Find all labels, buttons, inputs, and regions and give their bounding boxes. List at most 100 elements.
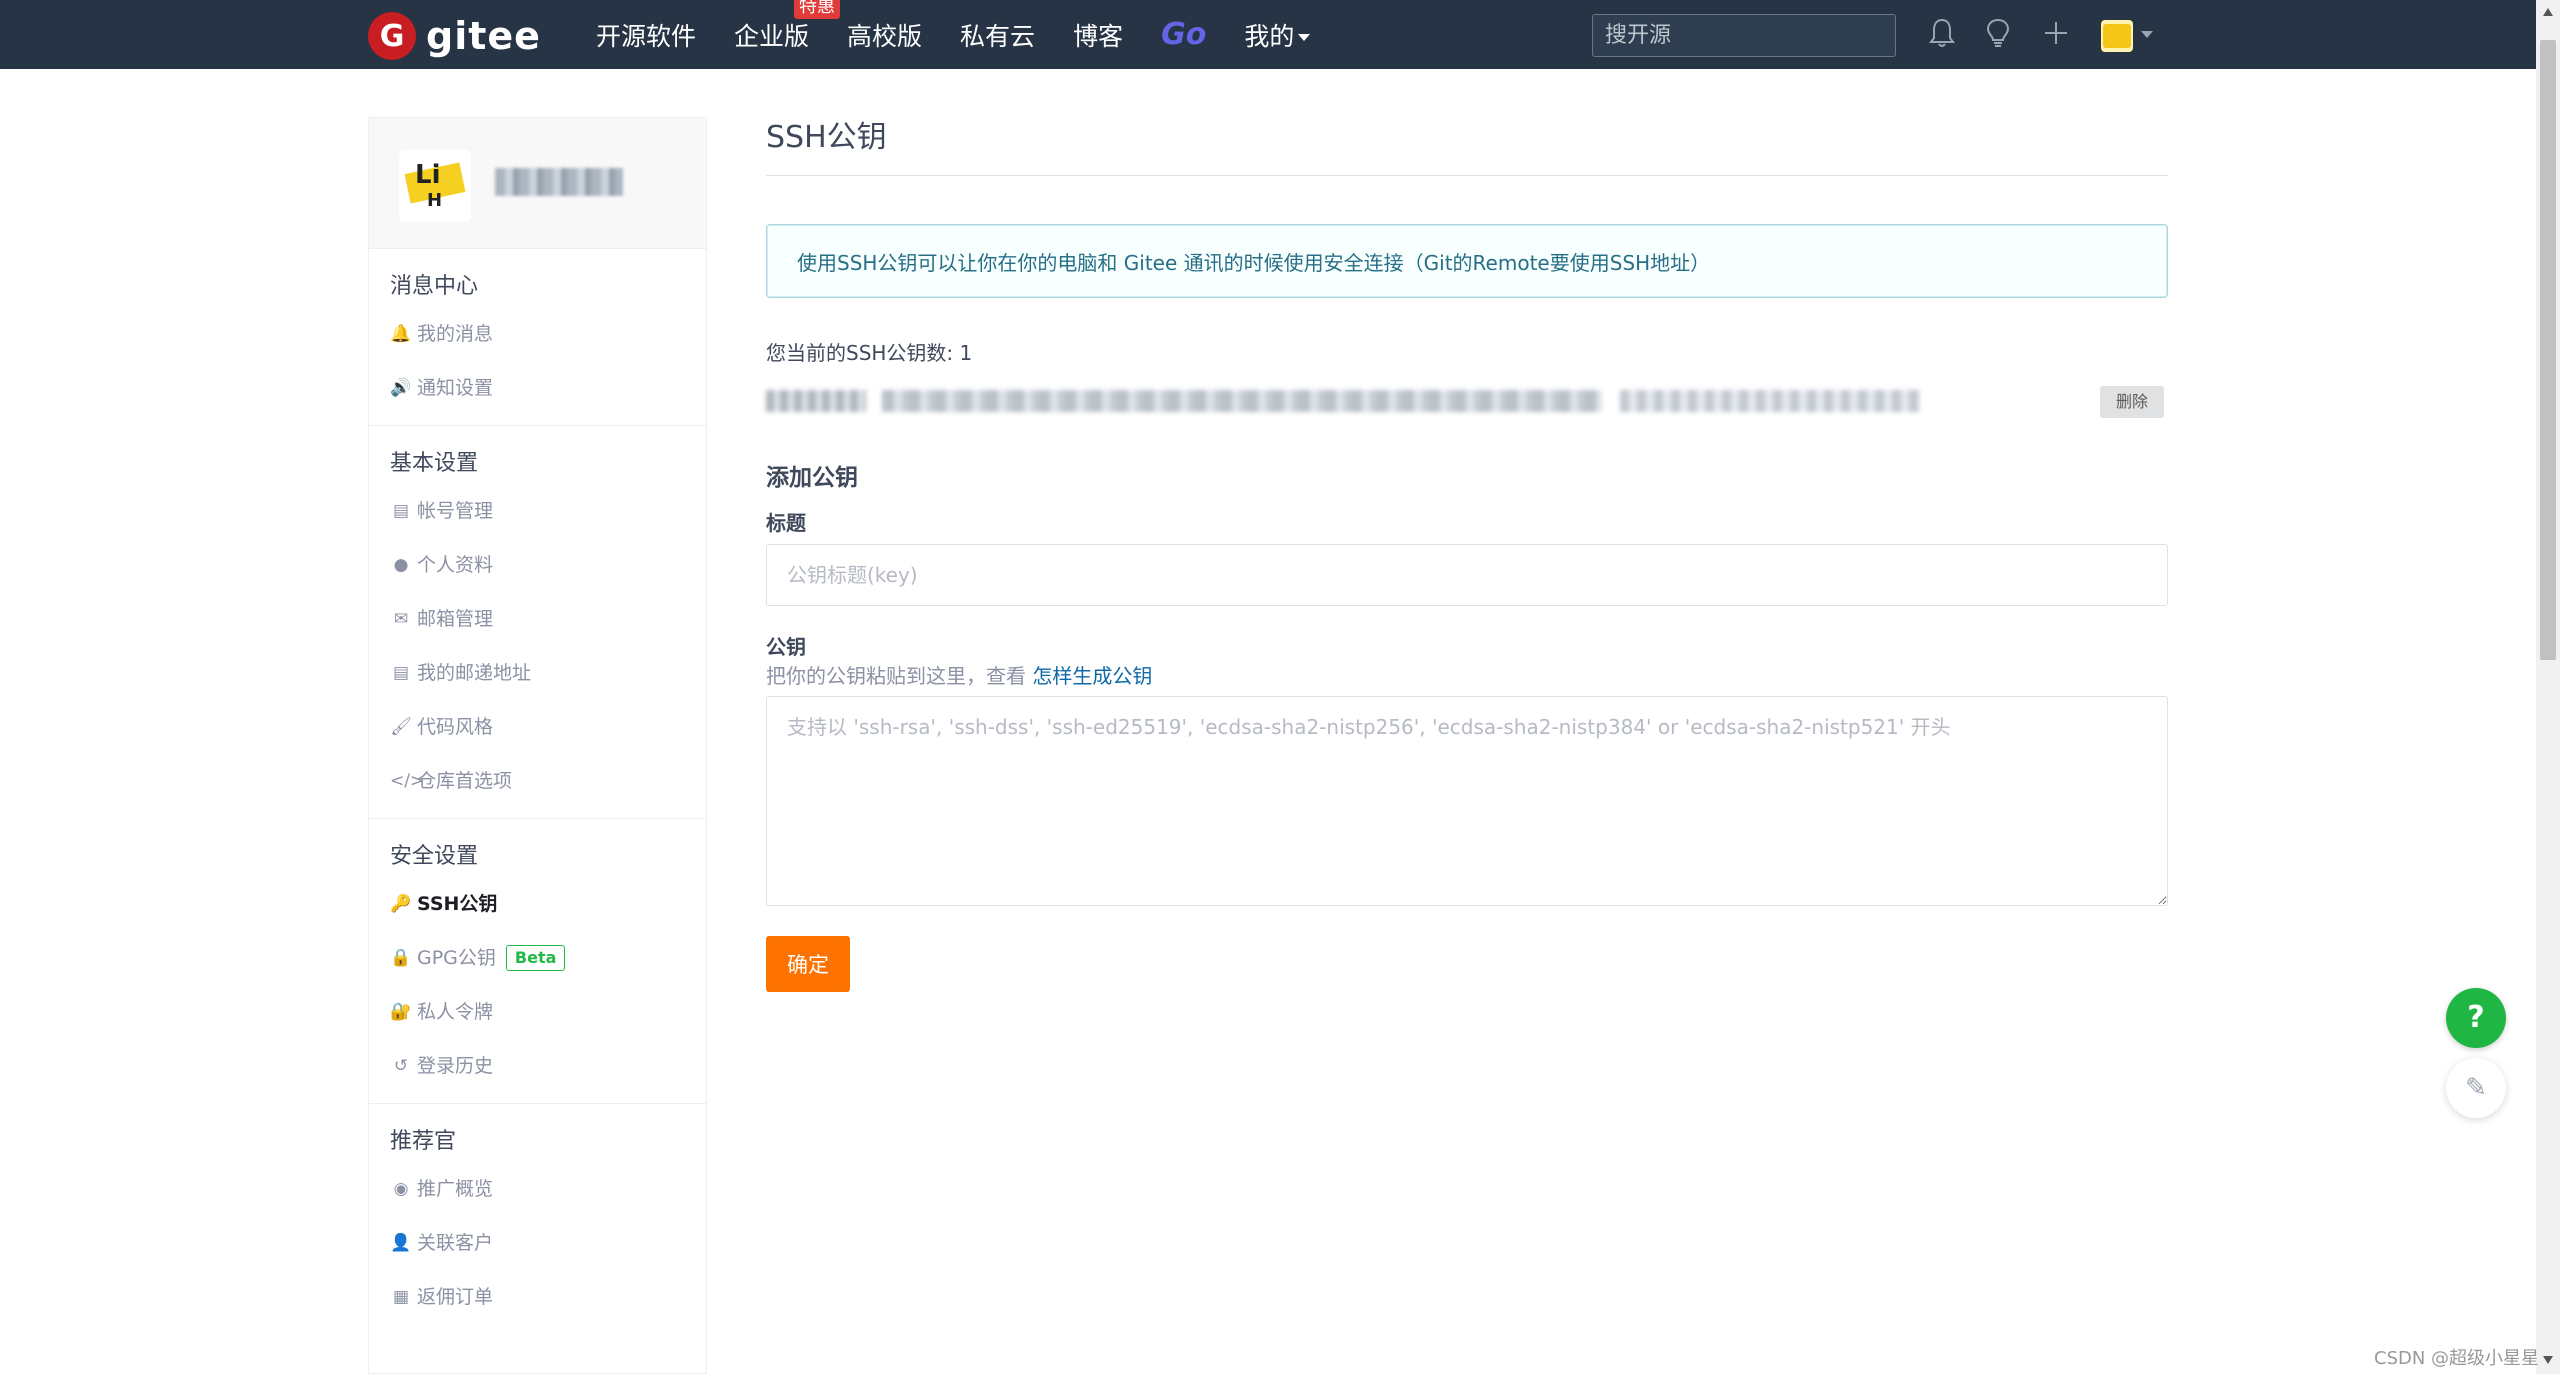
- sidebar-item[interactable]: 🔊 通知设置: [369, 361, 706, 415]
- sidebar-item-label: 登录历史: [417, 1055, 494, 1077]
- ssh-key-fingerprint-blurred: [882, 390, 1602, 412]
- sidebar-item[interactable]: 🖌 代码风格: [369, 700, 706, 754]
- lock-icon: 🔒: [390, 948, 412, 968]
- sidebar-group: 基本设置 ▤ 帐号管理 ● 个人资料 ✉ 邮箱管理 ▤ 我的邮递地址 🖌 代码风格 </> 仓库首选项: [369, 426, 706, 819]
- sidebar-item[interactable]: 🔐 私人令牌: [369, 985, 706, 1039]
- sidebar-item[interactable]: ↺ 登录历史: [369, 1039, 706, 1093]
- main-nav: 开源软件 企业版 特惠 高校版 私有云 博客 Go 我的: [596, 0, 1348, 69]
- scroll-thumb[interactable]: [2540, 40, 2556, 660]
- main-content: SSH公钥 使用SSH公钥可以让你在你的电脑和 Gitee 通讯的时候使用安全连…: [766, 117, 2168, 992]
- top-navbar: G gitee 开源软件 企业版 特惠 高校版 私有云 博客 Go 我的: [0, 0, 2536, 69]
- ssh-key-meta-blurred: [1620, 390, 1920, 412]
- key-field-label: 公钥: [766, 635, 806, 659]
- help-button[interactable]: ?: [2446, 988, 2506, 1048]
- beta-badge: Beta: [505, 945, 566, 971]
- sidebar-group: 消息中心 🔔 我的消息 🔊 通知设置: [369, 249, 706, 426]
- chevron-down-icon: [1298, 34, 1311, 41]
- sidebar-group-title: 推荐官: [390, 1129, 457, 1154]
- key-hint: 把你的公钥粘贴到这里，查看 怎样生成公钥: [766, 662, 2168, 690]
- profile-username-blurred: [495, 168, 623, 196]
- sidebar-item-label: 返佣订单: [417, 1286, 494, 1308]
- edit-icon: ✎: [2465, 1073, 2487, 1103]
- nav-enterprise[interactable]: 企业版 特惠: [734, 0, 841, 53]
- sidebar-item-label: GPG公钥: [417, 947, 496, 969]
- sidebar-item[interactable]: </> 仓库首选项: [369, 754, 706, 808]
- sidebar-item[interactable]: 👤 关联客户: [369, 1216, 706, 1270]
- sidebar-item[interactable]: ▤ 帐号管理: [369, 484, 706, 538]
- sidebar-item-label: 通知设置: [417, 377, 494, 399]
- sidebar-item[interactable]: ▤ 我的邮递地址: [369, 646, 706, 700]
- nav-private-cloud[interactable]: 私有云: [960, 17, 1035, 53]
- question-icon: ?: [2467, 1000, 2485, 1035]
- sidebar-item[interactable]: 🔒 GPG公钥 Beta: [369, 931, 706, 985]
- gitee-logo-icon: G: [368, 12, 416, 60]
- plus-icon[interactable]: [2040, 18, 2072, 50]
- bell-icon: 🔔: [390, 324, 412, 344]
- sidebar-item-label: 代码风格: [417, 716, 494, 738]
- search-input[interactable]: [1592, 14, 1896, 57]
- sidebar-item[interactable]: ● 个人资料: [369, 538, 706, 592]
- title-divider: [766, 175, 2168, 176]
- profile-card: Li H: [369, 118, 706, 249]
- order-icon: ▦: [392, 1287, 410, 1307]
- key-title-input[interactable]: [766, 544, 2168, 606]
- lightbulb-icon[interactable]: [1982, 18, 2014, 50]
- settings-sidebar: Li H 消息中心 🔔 我的消息 🔊 通知设置 基本设置 ▤ 帐号管理 ● 个人资料 ✉ 邮箱管理 ▤ 我…: [368, 117, 707, 1374]
- bell-icon[interactable]: [1926, 18, 1958, 50]
- address-card-icon: ▤: [392, 663, 410, 683]
- scroll-up-arrow-icon[interactable]: [2543, 8, 2553, 16]
- gitee-logo[interactable]: G gitee: [368, 12, 541, 60]
- brush-icon: 🖌: [390, 717, 412, 737]
- sidebar-group-title: 基本设置: [390, 451, 479, 476]
- sidebar-item-label: 邮箱管理: [417, 608, 494, 630]
- user-avatar[interactable]: [2101, 20, 2133, 52]
- nav-mine-label: 我的: [1244, 21, 1295, 51]
- sidebar-item[interactable]: 🔑 SSH公钥: [369, 877, 706, 931]
- sidebar-group: 安全设置 🔑 SSH公钥 🔒 GPG公钥 Beta 🔐 私人令牌 ↺ 登录历史: [369, 819, 706, 1104]
- scroll-down-arrow-icon[interactable]: [2543, 1356, 2553, 1364]
- nav-mine-dropdown[interactable]: 我的: [1244, 17, 1311, 53]
- sidebar-groups: 消息中心 🔔 我的消息 🔊 通知设置 基本设置 ▤ 帐号管理 ● 个人资料 ✉ 邮箱管理 ▤ 我的邮递地址…: [369, 249, 706, 1334]
- nav-university[interactable]: 高校版: [847, 17, 922, 53]
- sidebar-group: 推荐官 ◉ 推广概览 👤 关联客户 ▦ 返佣订单: [369, 1104, 706, 1334]
- feedback-button[interactable]: ✎: [2446, 1058, 2506, 1118]
- sidebar-item-label: 我的邮递地址: [417, 662, 532, 684]
- confirm-button[interactable]: 确定: [766, 936, 850, 992]
- nav-go[interactable]: Go: [1161, 17, 1206, 52]
- code-icon: </>: [390, 771, 425, 791]
- sidebar-item-label: 我的消息: [417, 323, 494, 345]
- sidebar-item-label: 仓库首选项: [417, 770, 513, 792]
- nav-open-source[interactable]: 开源软件: [596, 17, 696, 53]
- history-icon: ↺: [393, 1056, 409, 1076]
- ssh-key-row: 删除: [766, 376, 2168, 426]
- nav-enterprise-label: 企业版: [734, 21, 810, 51]
- gitee-logo-text: gitee: [426, 14, 541, 58]
- promo-badge: 特惠: [794, 0, 841, 19]
- sidebar-item-label: 私人令牌: [417, 1001, 494, 1023]
- sidebar-item-label: 关联客户: [417, 1232, 494, 1254]
- ssh-key-count: 您当前的SSH公钥数: 1: [766, 341, 973, 365]
- public-key-textarea[interactable]: [766, 696, 2168, 906]
- mail-icon: ✉: [393, 609, 409, 629]
- how-to-generate-key-link[interactable]: 怎样生成公钥: [1032, 664, 1152, 688]
- token-lock-icon: 🔐: [390, 1002, 412, 1022]
- sidebar-item[interactable]: ✉ 邮箱管理: [369, 592, 706, 646]
- key-hint-text: 把你的公钥粘贴到这里，查看: [766, 664, 1033, 688]
- user-icon: ●: [393, 555, 409, 575]
- page-scrollbar[interactable]: [2536, 0, 2560, 1374]
- delete-key-button[interactable]: 删除: [2100, 386, 2164, 418]
- key-icon: 🔑: [390, 894, 412, 914]
- nav-blog[interactable]: 博客: [1073, 17, 1123, 53]
- title-field-label: 标题: [766, 511, 806, 535]
- sidebar-item[interactable]: ◉ 推广概览: [369, 1162, 706, 1216]
- id-card-icon: ▤: [392, 501, 410, 521]
- avatar-chevron-down-icon[interactable]: [2141, 31, 2153, 38]
- csdn-watermark: CSDN @超级小星星: [2374, 1348, 2540, 1369]
- add-key-heading: 添加公钥: [766, 465, 858, 491]
- speaker-icon: 🔊: [390, 378, 412, 398]
- sidebar-item[interactable]: ▦ 返佣订单: [369, 1270, 706, 1324]
- sidebar-item[interactable]: 🔔 我的消息: [369, 307, 706, 361]
- sidebar-item-label: 帐号管理: [417, 500, 494, 522]
- profile-avatar[interactable]: Li H: [399, 150, 471, 222]
- sidebar-item-label: 个人资料: [417, 554, 494, 576]
